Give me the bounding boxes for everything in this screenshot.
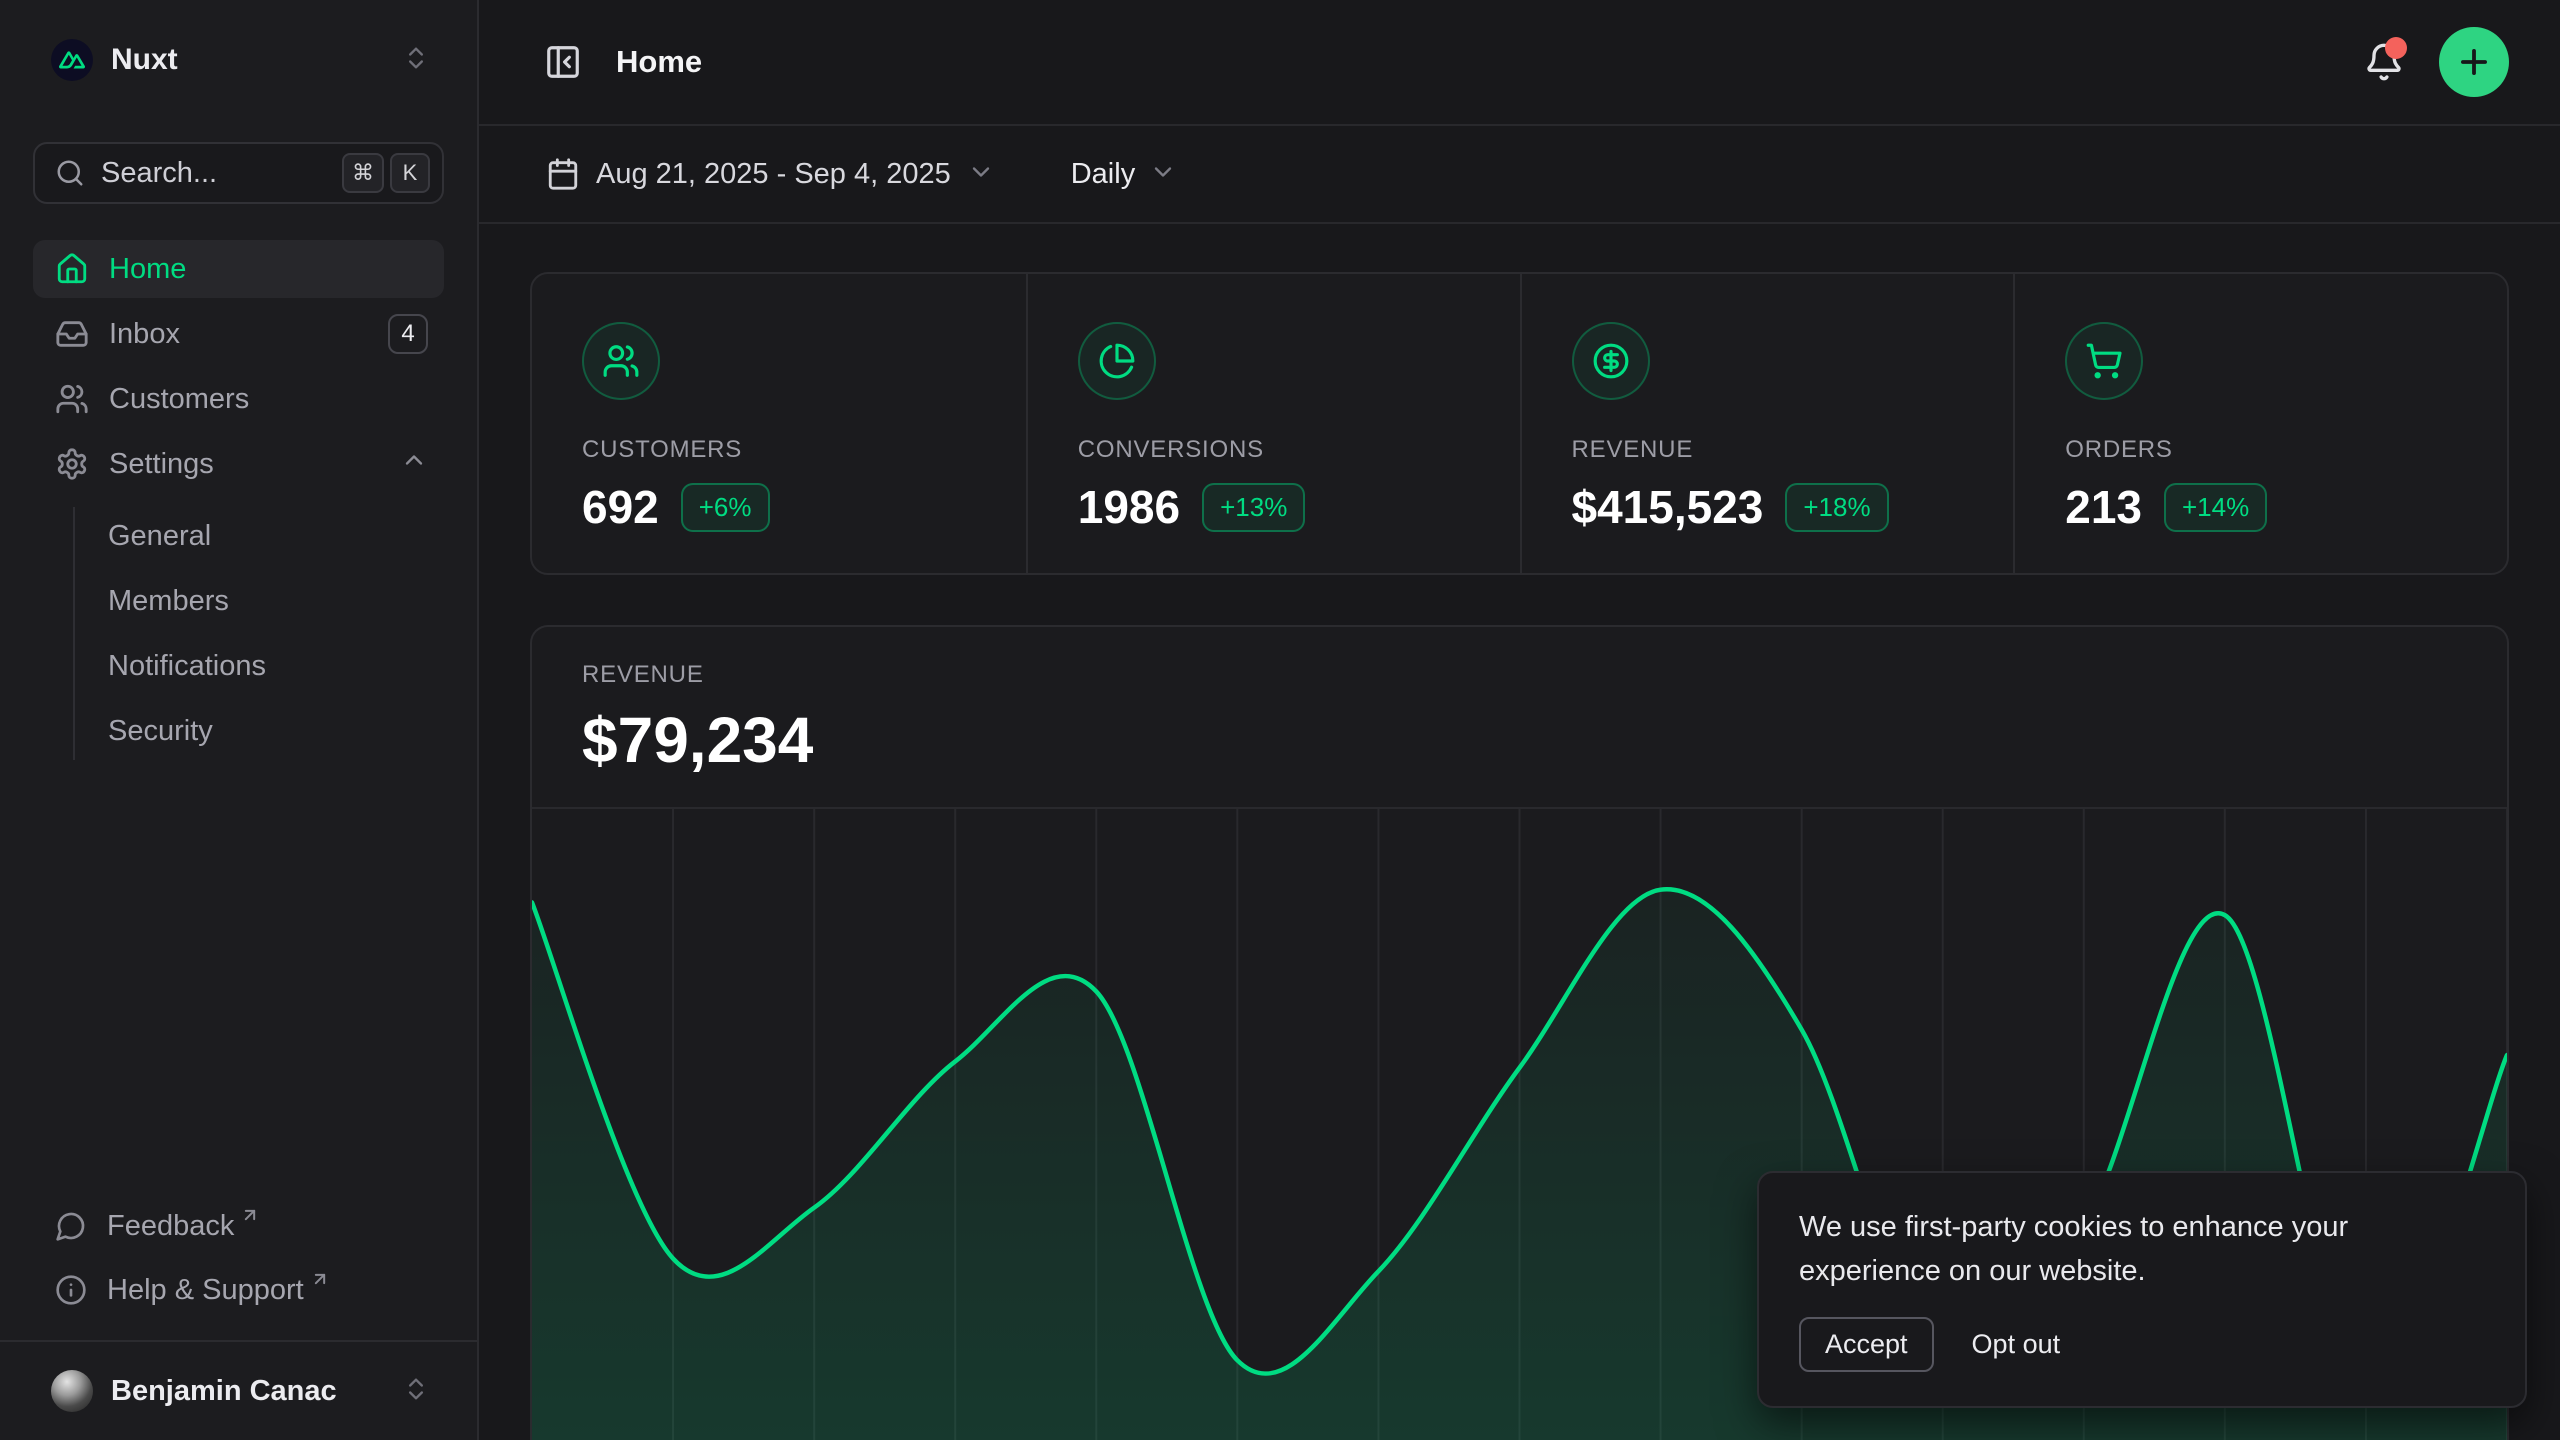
stat-value: 1986 <box>1078 480 1180 534</box>
sidebar-item-security[interactable]: Security <box>75 702 444 760</box>
sidebar-item-notifications[interactable]: Notifications <box>75 637 444 695</box>
stat-delta-badge: +18% <box>1785 483 1888 532</box>
info-icon <box>55 1274 87 1306</box>
main-area: Home Aug 21, 2025 - Sep 4, 2025 <box>479 0 2560 1440</box>
calendar-icon <box>546 157 580 191</box>
help-support-label: Help & Support <box>107 1274 304 1307</box>
user-area: Benjamin Canac <box>0 1340 477 1440</box>
sidebar-item-home[interactable]: Home <box>33 240 444 298</box>
cookie-optout-button[interactable]: Opt out <box>1972 1329 2061 1360</box>
stat-revenue[interactable]: REVENUE $415,523 +18% <box>1520 274 2014 575</box>
chevrons-up-down-icon <box>402 44 430 77</box>
sidebar-footer: Feedback Help & Support <box>33 1198 444 1340</box>
cookie-banner: We use first-party cookies to enhance yo… <box>1757 1171 2527 1408</box>
house-icon <box>55 252 89 286</box>
stat-customers[interactable]: CUSTOMERS 692 +6% <box>532 274 1026 575</box>
page-title: Home <box>616 44 702 80</box>
workspace-name: Nuxt <box>111 43 402 77</box>
stats-card: CUSTOMERS 692 +6% CONVERSIONS 1986 +13% <box>530 272 2509 575</box>
sidebar-nav: Home Inbox 4 Customers Settings <box>33 240 444 760</box>
sidebar-item-inbox[interactable]: Inbox 4 <box>33 305 444 363</box>
sidebar-spacer <box>33 760 444 1198</box>
gear-icon <box>55 447 89 481</box>
sidebar-item-label: Home <box>109 253 428 286</box>
avatar <box>51 1370 93 1412</box>
revenue-chart-label: REVENUE <box>582 661 2457 689</box>
chevrons-up-down-icon <box>402 1375 430 1408</box>
sidebar-item-label: Settings <box>109 448 400 481</box>
message-bubble-icon <box>55 1210 87 1242</box>
stat-delta-badge: +6% <box>681 483 770 532</box>
notifications-button[interactable] <box>2351 29 2417 95</box>
period-value: Daily <box>1071 158 1135 191</box>
workspace-switcher[interactable]: Nuxt <box>33 28 444 92</box>
external-link-icon <box>240 1200 260 1233</box>
chevron-down-icon <box>1149 158 1177 191</box>
period-select[interactable]: Daily <box>1055 146 1193 203</box>
nuxt-logo-icon <box>51 39 93 81</box>
subnav-label: General <box>108 520 211 553</box>
sidebar-item-customers[interactable]: Customers <box>33 370 444 428</box>
sidebar-item-label: Customers <box>109 383 428 416</box>
date-range-value: Aug 21, 2025 - Sep 4, 2025 <box>596 158 951 191</box>
stat-conversions[interactable]: CONVERSIONS 1986 +13% <box>1026 274 1520 575</box>
help-support-link[interactable]: Help & Support <box>33 1262 444 1318</box>
stat-delta-badge: +13% <box>1202 483 1305 532</box>
plus-icon <box>2455 43 2493 81</box>
pie-chart-icon <box>1098 342 1136 380</box>
inbox-count-badge: 4 <box>388 314 428 354</box>
kbd-meta: ⌘ <box>342 153 384 193</box>
search-input-wrap[interactable]: ⌘ K <box>33 142 444 204</box>
subnav-label: Members <box>108 585 229 618</box>
subnav-label: Security <box>108 715 213 748</box>
revenue-chart-value: $79,234 <box>582 703 2457 777</box>
stat-delta-badge: +14% <box>2164 483 2267 532</box>
settings-subnav: General Members Notifications Security <box>73 507 444 760</box>
inbox-icon <box>55 317 89 351</box>
search-icon <box>55 158 85 188</box>
chevron-up-icon <box>400 446 428 482</box>
feedback-label: Feedback <box>107 1210 234 1243</box>
sidebar-item-label: Inbox <box>109 318 388 351</box>
app-root: Nuxt ⌘ K Home Inbox 4 <box>0 0 2560 1440</box>
sidebar-item-members[interactable]: Members <box>75 572 444 630</box>
search-input[interactable] <box>101 157 336 190</box>
unread-dot <box>2385 37 2407 59</box>
panel-left-close-icon <box>544 43 582 81</box>
users-icon <box>602 342 640 380</box>
cart-icon <box>2085 342 2123 380</box>
add-button[interactable] <box>2439 27 2509 97</box>
stat-label: ORDERS <box>2065 436 2457 464</box>
circle-dollar-icon <box>1592 342 1630 380</box>
feedback-link[interactable]: Feedback <box>33 1198 444 1254</box>
stat-label: CUSTOMERS <box>582 436 976 464</box>
sidebar: Nuxt ⌘ K Home Inbox 4 <box>0 0 479 1440</box>
users-icon <box>55 382 89 416</box>
stat-label: REVENUE <box>1572 436 1964 464</box>
user-menu[interactable]: Benjamin Canac <box>33 1360 444 1422</box>
chevron-down-icon <box>967 158 995 191</box>
stat-value: 213 <box>2065 480 2142 534</box>
external-link-icon <box>310 1264 330 1297</box>
subnav-label: Notifications <box>108 650 266 683</box>
stat-value: $415,523 <box>1572 480 1764 534</box>
page-header: Home <box>479 0 2560 126</box>
cookie-accept-button[interactable]: Accept <box>1799 1317 1934 1372</box>
sidebar-item-settings[interactable]: Settings <box>33 435 444 493</box>
user-name: Benjamin Canac <box>111 1375 402 1408</box>
sidebar-item-general[interactable]: General <box>75 507 444 565</box>
collapse-sidebar-button[interactable] <box>530 29 596 95</box>
date-range-picker[interactable]: Aug 21, 2025 - Sep 4, 2025 <box>530 145 1011 203</box>
filters-toolbar: Aug 21, 2025 - Sep 4, 2025 Daily <box>479 126 2560 224</box>
kbd-k: K <box>390 153 430 193</box>
stat-orders[interactable]: ORDERS 213 +14% <box>2013 274 2507 575</box>
stat-label: CONVERSIONS <box>1078 436 1470 464</box>
stat-value: 692 <box>582 480 659 534</box>
cookie-message: We use first-party cookies to enhance yo… <box>1799 1205 2429 1293</box>
